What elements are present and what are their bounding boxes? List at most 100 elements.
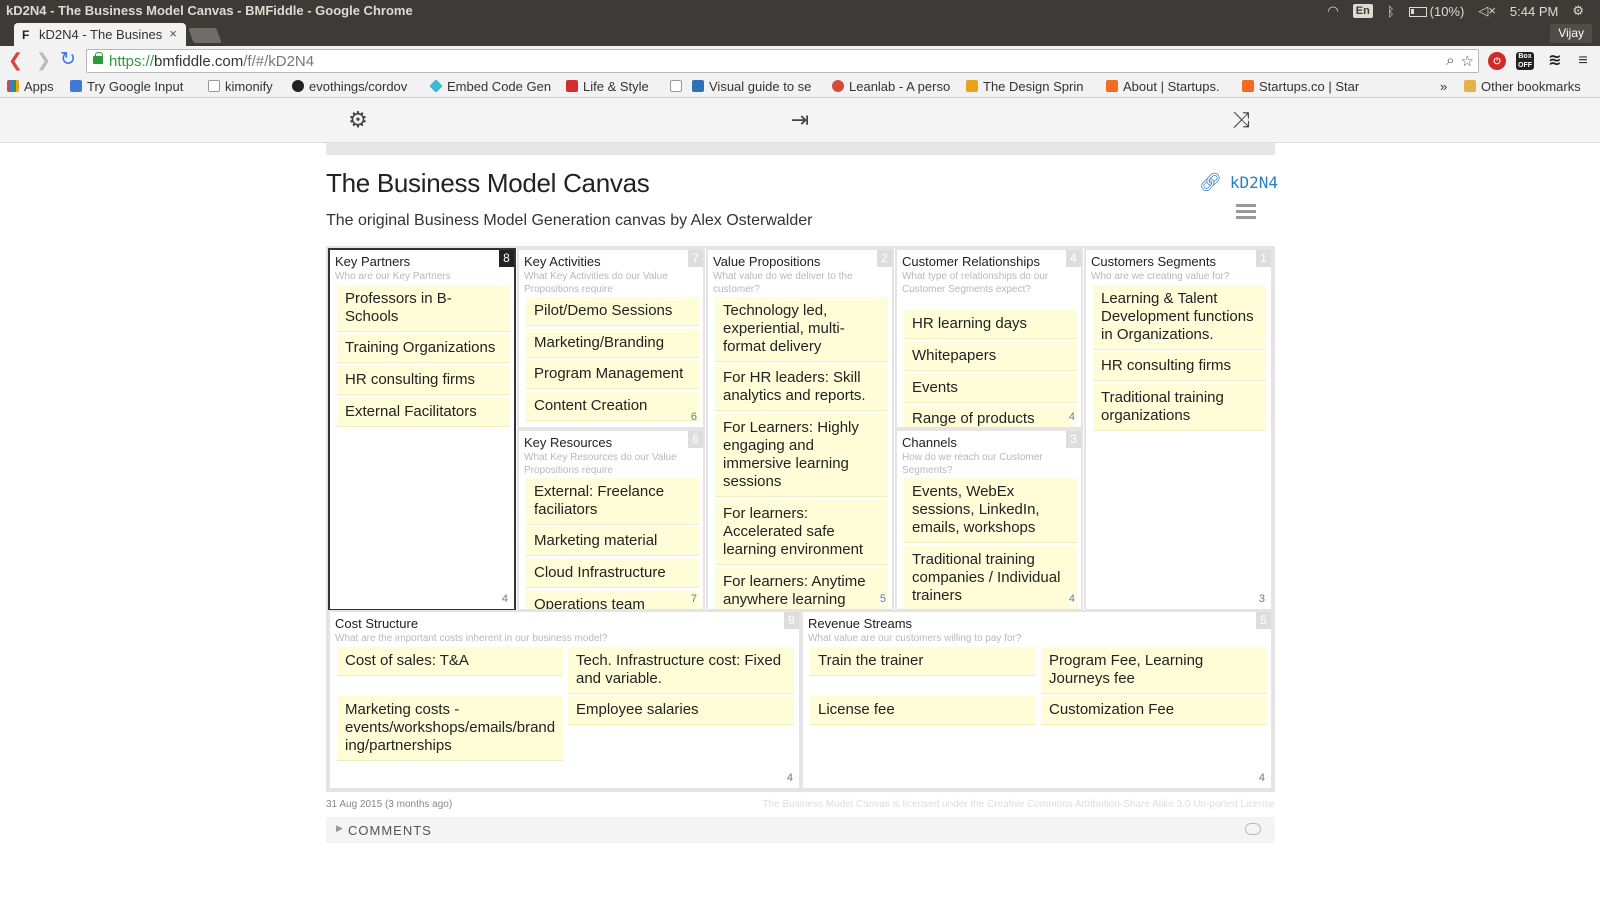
block-number: 3	[1066, 431, 1081, 448]
license-link[interactable]: The Business Model Canvas is licensed un…	[758, 799, 1276, 810]
sticky-note[interactable]: For HR leaders: Skill analytics and repo…	[715, 364, 888, 411]
sticky-note[interactable]: Operations team	[526, 591, 699, 609]
sticky-note[interactable]: HR consulting firms	[1093, 352, 1266, 381]
bookmark-item[interactable]: Embed Code Gen	[430, 79, 556, 94]
buffer-extension-icon[interactable]: ≋	[1546, 52, 1564, 70]
canvas-id-link[interactable]: 🔗︎ kD2N4	[1199, 172, 1278, 193]
clock[interactable]: 5:44 PM	[1510, 4, 1558, 19]
apps-grid-icon	[7, 80, 19, 92]
boxoff-extension-icon[interactable]: Box OFF	[1516, 52, 1534, 70]
address-bar[interactable]: https://bmfiddle.com/f/#/kD2N4 ⌕ ☆	[86, 49, 1479, 73]
browser-tab[interactable]: F kD2N4 - The Busines ×	[14, 23, 186, 46]
sticky-note[interactable]: Learning & Talent Development functions …	[1093, 285, 1266, 350]
volume-muted-icon[interactable]: ◁×	[1478, 3, 1496, 19]
sticky-note[interactable]: For learners: Anytime anywhere learning	[715, 568, 888, 609]
sticky-note[interactable]: Customization Fee	[1041, 696, 1267, 725]
bookmark-item[interactable]: Startups.co | Star	[1242, 79, 1372, 94]
sticky-note[interactable]: Cost of sales: T&A	[337, 647, 563, 676]
reload-icon[interactable]: ↻	[60, 50, 76, 69]
canvas-menu-icon[interactable]	[1236, 204, 1256, 220]
block-key-partners[interactable]: Key Partners Who are our Key Partners 8 …	[328, 248, 516, 611]
sticky-note[interactable]: Training Organizations	[337, 334, 510, 363]
sticky-note[interactable]: Train the trainer	[810, 647, 1036, 676]
chrome-menu-icon[interactable]: ≡	[1574, 52, 1592, 70]
startups-icon	[1106, 80, 1118, 92]
sticky-note[interactable]: Employee salaries	[568, 696, 794, 725]
block-key-activities[interactable]: Key Activities What Key Activities do ou…	[517, 248, 705, 429]
bookmark-item[interactable]: Life & Style	[566, 79, 658, 94]
block-cost-structure[interactable]: Cost Structure What are the important co…	[328, 610, 801, 790]
sticky-note[interactable]: Marketing costs - events/workshops/email…	[337, 696, 563, 761]
bluetooth-icon[interactable]: ᛒ	[1387, 4, 1395, 19]
other-bookmarks[interactable]: Other bookmarks	[1464, 79, 1581, 94]
block-customer-segments[interactable]: Customers Segments Who are we creating v…	[1084, 248, 1273, 611]
battery-level: (10%)	[1429, 3, 1465, 19]
sticky-note[interactable]: For Learners: Highly engaging and immers…	[715, 414, 888, 497]
bookmark-item[interactable]: Leanlab - A perso	[832, 79, 958, 94]
sticky-note[interactable]: Marketing material	[526, 527, 699, 556]
new-tab-button[interactable]	[188, 28, 222, 43]
power-gear-icon[interactable]: ⚙	[1572, 3, 1584, 19]
profile-button[interactable]: Vijay	[1550, 24, 1592, 43]
zoom-icon[interactable]: ⌕	[1446, 52, 1454, 70]
block-channels[interactable]: Channels How do we reach our Customer Se…	[895, 429, 1083, 611]
caret-right-icon: ▶	[336, 823, 344, 833]
note-count: 4	[1068, 593, 1075, 605]
other-bookmarks-label: Other bookmarks	[1481, 79, 1581, 94]
back-arrow-icon[interactable]: ❮	[8, 51, 23, 69]
sticky-note[interactable]: Traditional training companies / Individ…	[904, 546, 1077, 609]
visual-guide-icon	[692, 80, 704, 92]
bookmark-item[interactable]: Try Google Input	[70, 79, 196, 94]
block-question: What Key Activities do our Value Proposi…	[524, 271, 668, 295]
bookmark-label: kimonify	[225, 79, 273, 94]
sticky-note[interactable]: Program Fee, Learning Journeys fee	[1041, 647, 1267, 694]
sticky-note[interactable]: Technology led, experiential, multi-form…	[715, 297, 888, 362]
comments-toggle[interactable]: ▶ COMMENTS	[326, 817, 1275, 843]
sticky-note[interactable]: Whitepapers	[904, 342, 1077, 371]
block-revenue-streams[interactable]: Revenue Streams What value are our custo…	[801, 610, 1273, 790]
wifi-icon[interactable]: ◠	[1327, 3, 1338, 19]
block-value-propositions[interactable]: Value Propositions What value do we deli…	[706, 248, 894, 611]
sticky-note[interactable]: Tech. Infrastructure cost: Fixed and var…	[568, 647, 794, 694]
note-count: 4	[1068, 411, 1075, 423]
sticky-note[interactable]: Traditional training organizations	[1093, 384, 1266, 431]
sticky-note[interactable]: Program Management	[526, 360, 699, 389]
sticky-note[interactable]: Range of products	[904, 405, 1077, 427]
bookmark-item[interactable]: The Design Sprin	[966, 79, 1096, 94]
sticky-note[interactable]: Cloud Infrastructure	[526, 559, 699, 588]
tab-strip: F kD2N4 - The Busines × Vijay	[0, 22, 1600, 46]
bookmark-item[interactable]: kimonify	[208, 79, 286, 94]
sticky-note[interactable]: HR consulting firms	[337, 366, 510, 395]
block-customer-relationships[interactable]: Customer Relationships What type of rela…	[895, 248, 1083, 429]
bookmark-label: Startups.co | Star	[1259, 79, 1360, 94]
bookmark-item[interactable]	[670, 79, 684, 94]
block-key-resources[interactable]: Key Resources What Key Resources do our …	[517, 429, 705, 611]
keyboard-language-indicator[interactable]: En	[1352, 4, 1373, 18]
sticky-note[interactable]: Events, WebEx sessions, LinkedIn, emails…	[904, 478, 1077, 543]
settings-gear-icon[interactable]: ⚙	[345, 108, 371, 132]
sticky-note[interactable]: External: Freelance faciliators	[526, 478, 699, 525]
sticky-note[interactable]: Content Creation	[526, 392, 699, 421]
bookmark-star-icon[interactable]: ☆	[1461, 52, 1474, 70]
tab-close-icon[interactable]: ×	[169, 26, 177, 41]
sticky-note[interactable]: License fee	[810, 696, 1036, 725]
battery-indicator[interactable]: (10%)	[1408, 3, 1465, 19]
shuffle-icon[interactable]: ⤨	[1228, 108, 1254, 132]
sticky-note[interactable]: HR learning days	[904, 310, 1077, 339]
sticky-note[interactable]: Pilot/Demo Sessions	[526, 297, 699, 326]
sign-in-icon[interactable]: ⇥	[787, 108, 813, 132]
block-question: How do we reach our Customer Segments?	[902, 452, 1043, 476]
sticky-note[interactable]: Marketing/Branding	[526, 329, 699, 358]
bookmark-item[interactable]: Visual guide to se	[692, 79, 820, 94]
sticky-note[interactable]: Events	[904, 374, 1077, 403]
sticky-note[interactable]: Professors in B-Schools	[337, 285, 510, 332]
bookmark-item[interactable]: evothings/cordov	[292, 79, 420, 94]
forward-arrow-icon[interactable]: ❯	[36, 51, 51, 69]
sticky-note[interactable]: External Facilitators	[337, 398, 510, 427]
block-number: 9	[784, 612, 799, 629]
adblock-extension-icon[interactable]: ⏻	[1488, 52, 1506, 70]
bookmark-item[interactable]: About | Startups.	[1106, 79, 1232, 94]
bookmark-apps[interactable]: Apps	[7, 79, 62, 94]
sticky-note[interactable]: For learners: Accelerated safe learning …	[715, 500, 888, 565]
bookmarks-overflow-button[interactable]: »	[1440, 79, 1447, 94]
